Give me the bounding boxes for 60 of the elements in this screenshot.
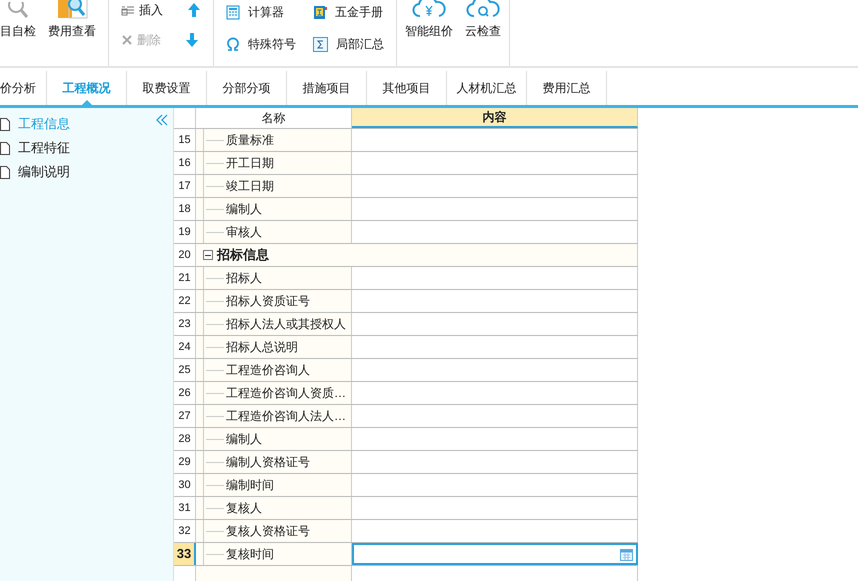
tab[interactable]: 其他项目 <box>367 71 447 105</box>
table-cell-text: 复核人 <box>226 500 262 517</box>
table-cell-text: 工程造价咨询人 <box>226 362 310 379</box>
tab[interactable]: 措施项目 <box>287 71 367 105</box>
document-icon <box>0 142 10 154</box>
column-header: 内容 <box>352 108 638 128</box>
cloud-button[interactable]: 云检查 <box>465 0 501 40</box>
table-cell-text: 开工日期 <box>226 155 274 172</box>
table-cell-text: 招标人资质证号 <box>226 293 310 310</box>
tab[interactable]: 分部分项 <box>207 71 287 105</box>
table-cell-text: 招标人 <box>226 270 262 287</box>
insert-button[interactable]: 插入 <box>121 1 163 19</box>
collapse-icon[interactable] <box>156 114 168 126</box>
tool-button[interactable]: 特殊符号 <box>226 32 297 56</box>
sidebar-item[interactable]: 工程特征 <box>18 138 70 158</box>
table-cell-text: 招标人总说明 <box>226 339 298 356</box>
tool-button[interactable]: 五金手册 <box>313 0 384 24</box>
calendar-icon[interactable] <box>620 548 633 560</box>
table-cell-text: 工程造价咨询人资质… <box>226 385 346 402</box>
cloud-currency-icon <box>412 0 446 18</box>
move-down-button[interactable] <box>185 32 199 48</box>
sidebar-item[interactable]: 编制说明 <box>18 162 70 182</box>
book-icon <box>313 4 327 20</box>
calculator-icon <box>226 4 240 20</box>
sigma-icon <box>313 36 328 52</box>
row-number: 33 <box>174 543 196 565</box>
table-cell-text: 复核人资格证号 <box>226 523 310 540</box>
omega-icon <box>226 37 240 51</box>
table-cell-text: 工程造价咨询人法人… <box>226 408 346 425</box>
move-up-button[interactable] <box>187 2 201 18</box>
toolbar-button[interactable]: 目自检 <box>0 2 36 40</box>
close-icon <box>121 34 133 46</box>
table-cell-text: 招标人法人或其授权人 <box>226 316 346 333</box>
toolbar-button[interactable]: 费用查看 <box>48 0 96 40</box>
coins-magnifier-icon <box>55 0 89 20</box>
magnifier-icon <box>7 2 29 20</box>
table-cell-text: 复核时间 <box>226 546 274 563</box>
tool-button[interactable]: 计算器 <box>226 0 297 24</box>
arrow-down-icon <box>185 32 199 48</box>
insert-row-icon <box>121 4 135 16</box>
tool-button[interactable]: 局部汇总 <box>313 32 384 56</box>
document-icon <box>0 166 10 178</box>
tab[interactable]: 费用汇总 <box>527 71 607 105</box>
input-field[interactable] <box>352 543 638 565</box>
tab[interactable]: 价分析 <box>0 71 47 105</box>
table-cell-text: 竣工日期 <box>226 178 274 195</box>
arrow-up-icon <box>187 2 201 18</box>
collapse-toggle-icon[interactable] <box>203 250 213 260</box>
document-icon <box>0 118 10 130</box>
table-cell-text: 审核人 <box>226 224 262 241</box>
table-cell-text: 编制时间 <box>226 477 274 494</box>
table-cell-text: 编制人 <box>226 201 262 218</box>
tab[interactable]: 取费设置 <box>127 71 207 105</box>
tab[interactable]: 人材机汇总 <box>447 71 527 105</box>
table-cell-text: 质量标准 <box>226 132 274 149</box>
table-cell-text: 编制人资格证号 <box>226 454 310 471</box>
cloud-button[interactable]: 智能组价 <box>405 0 453 40</box>
cloud-search-icon <box>466 0 500 18</box>
group-name: 招标信息 <box>217 246 269 264</box>
table-cell-text: 编制人 <box>226 431 262 448</box>
